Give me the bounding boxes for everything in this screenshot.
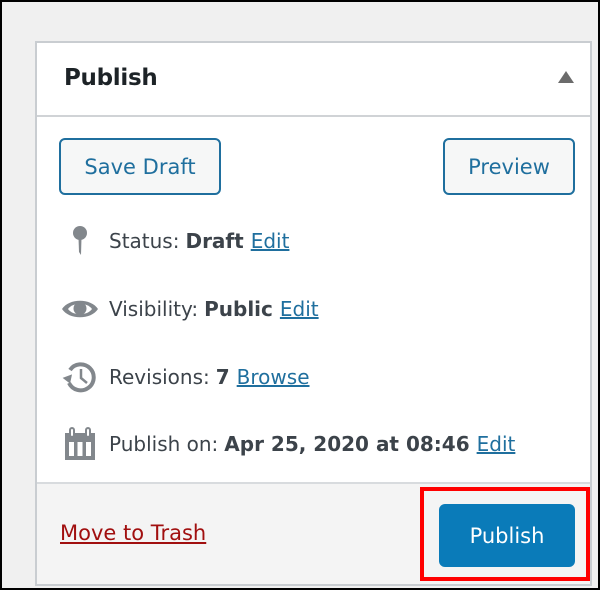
preview-button[interactable]: Preview bbox=[443, 138, 575, 195]
revisions-browse-link[interactable]: Browse bbox=[237, 365, 310, 389]
status-label: Status: bbox=[109, 229, 180, 253]
panel-title: Publish bbox=[64, 65, 158, 91]
revisions-value: 7 bbox=[215, 365, 230, 389]
panel-header[interactable]: Publish bbox=[37, 43, 590, 117]
visibility-edit-link[interactable]: Edit bbox=[280, 297, 319, 321]
panel-footer: Move to Trash Publish bbox=[37, 482, 590, 584]
revisions-label: Revisions: bbox=[109, 365, 210, 389]
move-to-trash-link[interactable]: Move to Trash bbox=[60, 521, 206, 545]
history-icon bbox=[59, 360, 101, 394]
status-value: Draft bbox=[185, 229, 244, 253]
visibility-value: Public bbox=[204, 297, 273, 321]
save-draft-button[interactable]: Save Draft bbox=[59, 138, 221, 195]
schedule-edit-link[interactable]: Edit bbox=[477, 432, 516, 456]
visibility-row: Visibility: Public Edit bbox=[59, 292, 319, 326]
revisions-row: Revisions: 7 Browse bbox=[59, 360, 310, 394]
eye-icon bbox=[59, 292, 101, 326]
publish-panel: Publish Save Draft Preview Status: Draft… bbox=[35, 41, 592, 586]
pin-icon bbox=[59, 224, 101, 258]
schedule-value: Apr 25, 2020 at 08:46 bbox=[224, 432, 470, 456]
calendar-icon bbox=[59, 427, 101, 461]
collapse-toggle-icon[interactable] bbox=[558, 71, 574, 83]
status-edit-link[interactable]: Edit bbox=[251, 229, 290, 253]
schedule-row: Publish on: Apr 25, 2020 at 08:46 Edit bbox=[59, 427, 515, 461]
publish-button[interactable]: Publish bbox=[439, 504, 575, 567]
schedule-label: Publish on: bbox=[109, 432, 219, 456]
status-row: Status: Draft Edit bbox=[59, 224, 289, 258]
visibility-label: Visibility: bbox=[109, 297, 199, 321]
